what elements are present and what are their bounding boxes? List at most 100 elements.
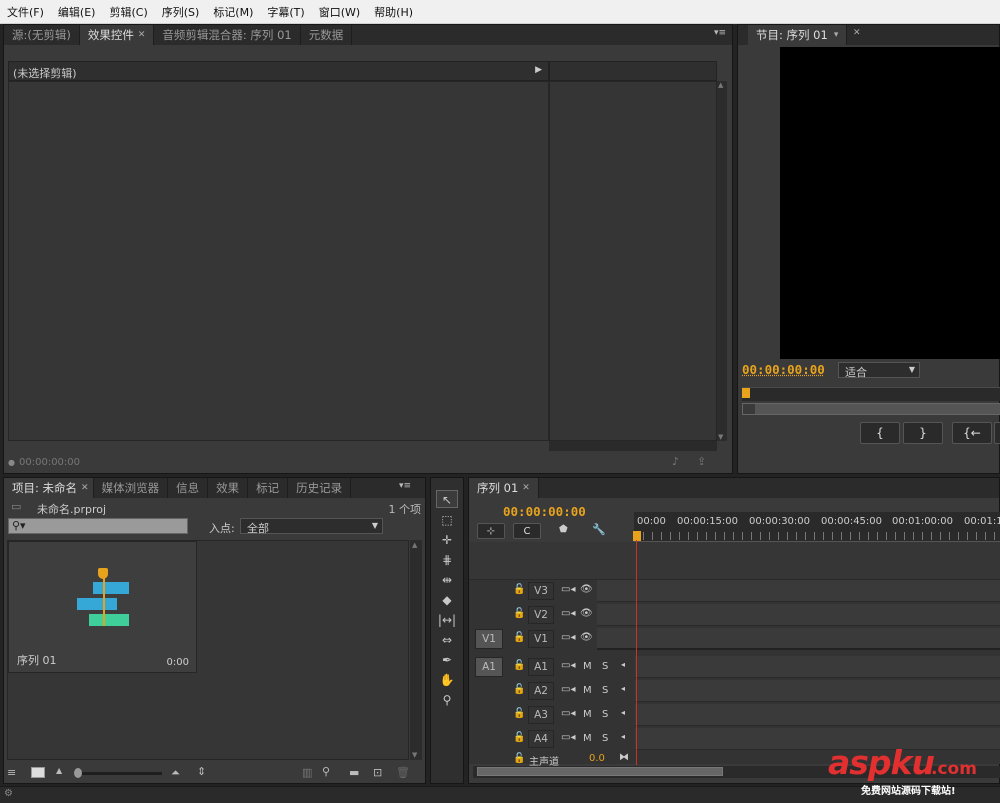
inpoint-dropdown[interactable]: 全部 ▼ <box>240 518 383 535</box>
scroll-thumb[interactable] <box>477 767 723 776</box>
time-ruler[interactable]: 00:00 00:00:15:00 00:00:30:00 00:00:45:0… <box>634 512 1000 542</box>
zoom-handle[interactable] <box>743 404 755 414</box>
lock-icon[interactable]: 🔓 <box>513 584 525 595</box>
voiceover-icon[interactable]: ◂ <box>621 660 625 669</box>
solo-button[interactable]: S <box>602 709 608 720</box>
tab-effect-controls[interactable]: 效果控件 ✕ <box>79 25 155 45</box>
tab-program[interactable]: 节目: 序列 01 ▾ <box>748 25 848 45</box>
sync-lock-icon[interactable]: ▭◂ <box>561 732 575 743</box>
new-bin-icon[interactable]: ▬ <box>349 766 359 779</box>
tab-effects[interactable]: 效果 <box>208 478 249 498</box>
menu-title[interactable]: 字幕(T) <box>260 4 311 20</box>
playhead-marker-icon[interactable] <box>633 531 641 541</box>
sync-lock-icon[interactable]: ▭◂ <box>561 708 575 719</box>
rolling-edit-tool-icon[interactable]: ⋕ <box>436 551 458 569</box>
track-name-a3[interactable]: A3 <box>528 706 554 724</box>
wrench-icon[interactable]: 🔧 <box>592 523 606 536</box>
effect-zoom-bar[interactable] <box>549 441 717 451</box>
program-video-display[interactable] <box>780 47 1000 359</box>
panel-menu-icon[interactable]: ▾≡ <box>714 28 726 38</box>
source-patch-v1[interactable]: V1 <box>475 629 503 649</box>
step-back-button[interactable] <box>994 422 1000 444</box>
slip-tool-icon[interactable]: |↔| <box>436 611 458 629</box>
tab-audio-clip-mixer[interactable]: 音频剪辑混合器: 序列 01 <box>154 25 301 45</box>
scroll-down-icon[interactable]: ▼ <box>412 751 417 759</box>
chevron-down-icon[interactable]: ▾ <box>834 30 839 40</box>
timeline-timecode[interactable]: 00:00:00:00 <box>503 504 586 519</box>
track-name-v2[interactable]: V2 <box>528 606 554 624</box>
solo-button[interactable]: S <box>602 733 608 744</box>
tab-source[interactable]: 源:(无剪辑) <box>4 25 80 45</box>
mute-button[interactable]: M <box>583 733 592 744</box>
scroll-up-icon[interactable]: ▲ <box>412 541 417 549</box>
expand-arrow-icon[interactable]: ▶ <box>535 65 542 75</box>
close-icon[interactable]: ✕ <box>853 28 861 38</box>
voiceover-icon[interactable]: ◂ <box>621 708 625 717</box>
track-name-a4[interactable]: A4 <box>528 730 554 748</box>
eye-icon[interactable]: 👁 <box>580 632 593 643</box>
track-name-a1[interactable]: A1 <box>528 658 554 676</box>
trash-icon[interactable]: 🗑 <box>396 766 410 779</box>
mute-button[interactable]: M <box>583 661 592 672</box>
tab-sequence[interactable]: 序列 01 ✕ <box>469 478 539 498</box>
mute-button[interactable]: M <box>583 685 592 696</box>
new-item-icon[interactable]: ⊡ <box>373 766 382 779</box>
program-timecode[interactable]: 00:00:00:00 <box>742 362 825 377</box>
pen-tool-icon[interactable]: ✒ <box>436 651 458 669</box>
scroll-down-icon[interactable]: ▼ <box>718 433 723 441</box>
linked-selection-button[interactable]: C <box>513 523 541 539</box>
solo-button[interactable]: S <box>602 661 608 672</box>
playhead-marker-icon[interactable] <box>742 388 750 398</box>
tab-media-browser[interactable]: 媒体浏览器 <box>94 478 169 498</box>
lock-icon[interactable]: 🔓 <box>513 708 525 719</box>
go-to-in-button[interactable]: {← <box>952 422 992 444</box>
lock-icon[interactable]: 🔓 <box>513 632 525 643</box>
audio-icon[interactable]: ♪ <box>672 455 679 468</box>
search-input[interactable]: ⚲▾ <box>8 518 188 534</box>
voiceover-icon[interactable]: ◂ <box>621 732 625 741</box>
sequence-thumbnail[interactable]: 序列 01 0:00 <box>8 541 197 673</box>
mark-in-button[interactable]: { <box>860 422 900 444</box>
menu-edit[interactable]: 编辑(E) <box>51 4 103 20</box>
scroll-up-icon[interactable]: ▲ <box>718 81 723 89</box>
lock-icon[interactable]: 🔓 <box>513 660 525 671</box>
menu-file[interactable]: 文件(F) <box>0 4 51 20</box>
close-icon[interactable]: ✕ <box>522 483 530 493</box>
razor-tool-icon[interactable]: ◆ <box>436 591 458 609</box>
source-patch-a1[interactable]: A1 <box>475 657 503 677</box>
master-volume[interactable]: 0.0 <box>589 753 605 764</box>
track-name-v1[interactable]: V1 <box>528 630 554 648</box>
menu-clip[interactable]: 剪辑(C) <box>102 4 154 20</box>
program-zoom-scrollbar[interactable] <box>742 403 1000 415</box>
sync-lock-icon[interactable]: ▭◂ <box>561 660 575 671</box>
eye-icon[interactable]: 👁 <box>580 608 593 619</box>
export-icon[interactable]: ⇪ <box>697 455 706 468</box>
sync-lock-icon[interactable]: ▭◂ <box>561 584 575 595</box>
effect-timecode[interactable]: 00:00:00:00 <box>19 457 80 468</box>
close-icon[interactable]: ✕ <box>138 30 146 40</box>
fit-dropdown[interactable]: 适合 ▼ <box>838 362 920 379</box>
mark-out-button[interactable]: } <box>903 422 943 444</box>
menu-help[interactable]: 帮助(H) <box>367 4 420 20</box>
master-end-icon[interactable]: ⧓ <box>619 752 629 763</box>
thumbnail-zoom-slider[interactable] <box>74 768 162 778</box>
mute-button[interactable]: M <box>583 709 592 720</box>
program-time-ruler[interactable] <box>742 387 1000 401</box>
tab-history[interactable]: 历史记录 <box>288 478 352 498</box>
menu-sequence[interactable]: 序列(S) <box>155 4 207 20</box>
project-scrollbar[interactable]: ▲ ▼ <box>410 540 422 760</box>
panel-menu-icon[interactable]: ▾≡ <box>399 481 411 491</box>
icon-view-icon[interactable] <box>31 767 45 778</box>
sync-lock-icon[interactable]: ▭◂ <box>561 608 575 619</box>
lock-icon[interactable]: 🔓 <box>513 732 525 743</box>
sync-lock-icon[interactable]: ▭◂ <box>561 684 575 695</box>
lock-icon[interactable]: 🔓 <box>513 608 525 619</box>
tab-metadata[interactable]: 元数据 <box>301 25 353 45</box>
zoom-tool-icon[interactable]: ⚲ <box>436 691 458 709</box>
voiceover-icon[interactable]: ◂ <box>621 684 625 693</box>
hand-tool-icon[interactable]: ✋ <box>436 671 458 689</box>
lock-icon[interactable]: 🔓 <box>513 684 525 695</box>
snap-button[interactable]: ⊹ <box>477 523 505 539</box>
track-select-tool-icon[interactable]: ⬚ <box>436 511 458 529</box>
find-icon[interactable]: ⚲ <box>322 765 330 778</box>
